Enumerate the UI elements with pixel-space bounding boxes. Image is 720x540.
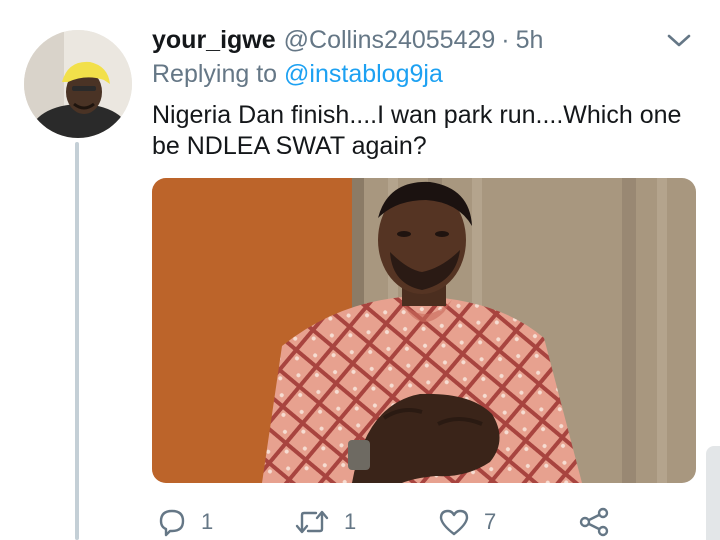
replying-to-label: Replying to xyxy=(152,60,278,88)
avatar[interactable] xyxy=(24,30,132,138)
chevron-down-icon[interactable] xyxy=(664,28,694,52)
reply-button[interactable]: 1 xyxy=(157,505,213,539)
display-name[interactable]: your_igwe xyxy=(152,26,276,55)
like-count: 7 xyxy=(484,509,497,534)
tweet-header: your_igwe @Collins24055429 · 5h xyxy=(152,26,660,58)
user-handle[interactable]: @Collins24055429 xyxy=(284,26,496,55)
thread-line xyxy=(75,142,79,540)
tweet-timestamp[interactable]: 5h xyxy=(516,26,544,55)
share-icon xyxy=(579,507,609,537)
retweet-button[interactable]: 1 xyxy=(294,505,356,539)
share-button[interactable] xyxy=(578,505,610,539)
reply-count: 1 xyxy=(201,509,214,534)
tweet-actions: 1 1 7 xyxy=(152,505,672,539)
replying-to-mention[interactable]: @instablog9ja xyxy=(284,60,443,88)
next-card-edge xyxy=(706,446,720,540)
tweet-text: Nigeria Dan finish....I wan park run....… xyxy=(152,101,682,160)
retweet-count: 1 xyxy=(344,509,357,534)
avatar-image xyxy=(24,30,132,138)
reply-icon xyxy=(159,509,185,537)
like-button[interactable]: 7 xyxy=(438,505,496,539)
replying-to-line: Replying to @instablog9ja xyxy=(152,60,443,89)
retweet-icon xyxy=(295,510,329,534)
tweet-media-image[interactable] xyxy=(152,178,696,483)
heart-icon xyxy=(439,509,469,536)
separator-dot: · xyxy=(501,26,510,54)
